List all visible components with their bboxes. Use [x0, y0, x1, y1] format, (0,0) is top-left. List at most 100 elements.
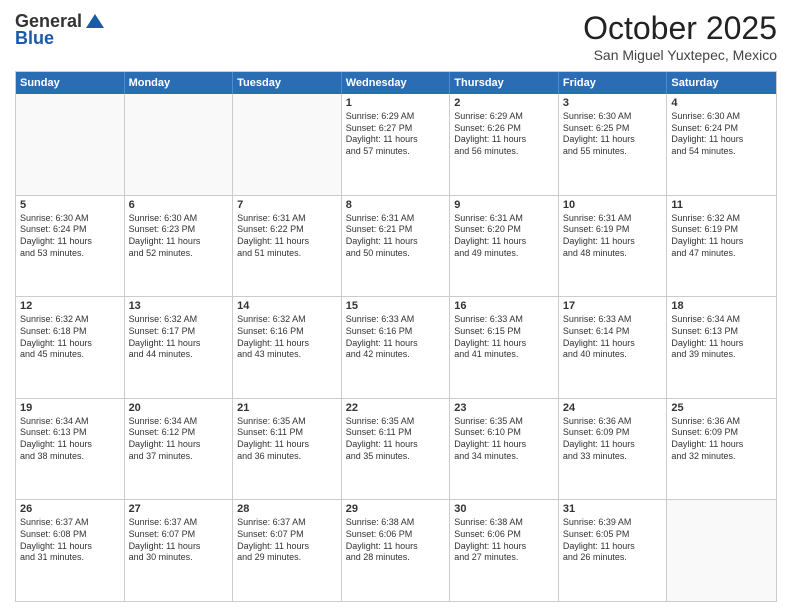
calendar-row-2: 5Sunrise: 6:30 AMSunset: 6:24 PMDaylight…	[16, 196, 776, 298]
cell-info-line: Sunset: 6:19 PM	[671, 224, 772, 236]
day-number: 22	[346, 402, 446, 414]
cell-info-line: Sunrise: 6:34 AM	[671, 314, 772, 326]
calendar-cell-29: 29Sunrise: 6:38 AMSunset: 6:06 PMDayligh…	[342, 500, 451, 601]
cell-info-line: Sunrise: 6:39 AM	[563, 517, 663, 529]
cell-info-line: Daylight: 11 hours	[563, 134, 663, 146]
cell-info-line: and 29 minutes.	[237, 552, 337, 564]
calendar-cell-9: 9Sunrise: 6:31 AMSunset: 6:20 PMDaylight…	[450, 196, 559, 297]
cell-info-line: Daylight: 11 hours	[454, 338, 554, 350]
calendar-cell-2: 2Sunrise: 6:29 AMSunset: 6:26 PMDaylight…	[450, 94, 559, 195]
day-number: 28	[237, 503, 337, 515]
day-number: 19	[20, 402, 120, 414]
day-number: 9	[454, 199, 554, 211]
weekday-header-sunday: Sunday	[16, 72, 125, 94]
month-title: October 2025	[583, 10, 777, 47]
calendar-cell-18: 18Sunrise: 6:34 AMSunset: 6:13 PMDayligh…	[667, 297, 776, 398]
cell-info-line: Sunset: 6:24 PM	[671, 123, 772, 135]
day-number: 23	[454, 402, 554, 414]
calendar-cell-31: 31Sunrise: 6:39 AMSunset: 6:05 PMDayligh…	[559, 500, 668, 601]
cell-info-line: Sunrise: 6:31 AM	[454, 213, 554, 225]
calendar-cell-empty-1	[125, 94, 234, 195]
calendar-cell-20: 20Sunrise: 6:34 AMSunset: 6:12 PMDayligh…	[125, 399, 234, 500]
calendar-cell-14: 14Sunrise: 6:32 AMSunset: 6:16 PMDayligh…	[233, 297, 342, 398]
day-number: 15	[346, 300, 446, 312]
calendar-cell-11: 11Sunrise: 6:32 AMSunset: 6:19 PMDayligh…	[667, 196, 776, 297]
calendar-cell-22: 22Sunrise: 6:35 AMSunset: 6:11 PMDayligh…	[342, 399, 451, 500]
calendar-cell-1: 1Sunrise: 6:29 AMSunset: 6:27 PMDaylight…	[342, 94, 451, 195]
day-number: 21	[237, 402, 337, 414]
cell-info-line: and 54 minutes.	[671, 146, 772, 158]
cell-info-line: Daylight: 11 hours	[20, 236, 120, 248]
day-number: 30	[454, 503, 554, 515]
calendar-cell-12: 12Sunrise: 6:32 AMSunset: 6:18 PMDayligh…	[16, 297, 125, 398]
day-number: 16	[454, 300, 554, 312]
cell-info-line: Daylight: 11 hours	[20, 439, 120, 451]
cell-info-line: Sunset: 6:05 PM	[563, 529, 663, 541]
cell-info-line: and 40 minutes.	[563, 349, 663, 361]
calendar-cell-24: 24Sunrise: 6:36 AMSunset: 6:09 PMDayligh…	[559, 399, 668, 500]
cell-info-line: Sunset: 6:15 PM	[454, 326, 554, 338]
calendar-body: 1Sunrise: 6:29 AMSunset: 6:27 PMDaylight…	[16, 94, 776, 601]
calendar-cell-7: 7Sunrise: 6:31 AMSunset: 6:22 PMDaylight…	[233, 196, 342, 297]
cell-info-line: Sunrise: 6:34 AM	[20, 416, 120, 428]
cell-info-line: Sunrise: 6:38 AM	[454, 517, 554, 529]
day-number: 3	[563, 97, 663, 109]
cell-info-line: Sunset: 6:22 PM	[237, 224, 337, 236]
cell-info-line: Sunrise: 6:33 AM	[346, 314, 446, 326]
calendar-cell-3: 3Sunrise: 6:30 AMSunset: 6:25 PMDaylight…	[559, 94, 668, 195]
cell-info-line: Daylight: 11 hours	[346, 134, 446, 146]
cell-info-line: and 27 minutes.	[454, 552, 554, 564]
cell-info-line: Sunrise: 6:32 AM	[237, 314, 337, 326]
cell-info-line: Sunrise: 6:37 AM	[20, 517, 120, 529]
title-block: October 2025 San Miguel Yuxtepec, Mexico	[583, 10, 777, 63]
cell-info-line: Sunset: 6:14 PM	[563, 326, 663, 338]
calendar-row-5: 26Sunrise: 6:37 AMSunset: 6:08 PMDayligh…	[16, 500, 776, 601]
cell-info-line: Sunset: 6:19 PM	[563, 224, 663, 236]
day-number: 11	[671, 199, 772, 211]
calendar-cell-19: 19 Sunrise: 6:34 AMSunset: 6:13 PMDayligh…	[16, 399, 125, 500]
day-number: 29	[346, 503, 446, 515]
cell-info-line: and 51 minutes.	[237, 248, 337, 260]
cell-info-line: Sunrise: 6:36 AM	[671, 416, 772, 428]
cell-info-line: Daylight: 11 hours	[563, 338, 663, 350]
day-number: 12	[20, 300, 120, 312]
cell-info-line: Daylight: 11 hours	[346, 541, 446, 553]
cell-info-line: Daylight: 11 hours	[454, 541, 554, 553]
calendar-cell-8: 8Sunrise: 6:31 AMSunset: 6:21 PMDaylight…	[342, 196, 451, 297]
cell-info-line: Daylight: 11 hours	[346, 236, 446, 248]
cell-info-line: Sunrise: 6:29 AM	[454, 111, 554, 123]
cell-info-line: Sunset: 6:08 PM	[20, 529, 120, 541]
day-number: 2	[454, 97, 554, 109]
day-number: 5	[20, 199, 120, 211]
calendar: SundayMondayTuesdayWednesdayThursdayFrid…	[15, 71, 777, 602]
cell-info-line: Daylight: 11 hours	[563, 439, 663, 451]
calendar-row-1: 1Sunrise: 6:29 AMSunset: 6:27 PMDaylight…	[16, 94, 776, 196]
calendar-cell-4: 4Sunrise: 6:30 AMSunset: 6:24 PMDaylight…	[667, 94, 776, 195]
calendar-cell-13: 13Sunrise: 6:32 AMSunset: 6:17 PMDayligh…	[125, 297, 234, 398]
cell-info-line: Daylight: 11 hours	[237, 236, 337, 248]
cell-info-line: and 26 minutes.	[563, 552, 663, 564]
cell-info-line: Sunrise: 6:30 AM	[20, 213, 120, 225]
cell-info-line: Daylight: 11 hours	[671, 236, 772, 248]
cell-info-line: and 39 minutes.	[671, 349, 772, 361]
cell-info-line: Sunrise: 6:35 AM	[454, 416, 554, 428]
cell-info-line: Sunrise: 6:32 AM	[20, 314, 120, 326]
location: San Miguel Yuxtepec, Mexico	[583, 47, 777, 63]
calendar-cell-23: 23Sunrise: 6:35 AMSunset: 6:10 PMDayligh…	[450, 399, 559, 500]
cell-info-line: Daylight: 11 hours	[671, 134, 772, 146]
weekday-header-monday: Monday	[125, 72, 234, 94]
cell-info-line: Sunset: 6:13 PM	[20, 427, 120, 439]
cell-info-line: Sunset: 6:25 PM	[563, 123, 663, 135]
day-number: 7	[237, 199, 337, 211]
cell-info-line: and 49 minutes.	[454, 248, 554, 260]
day-number: 14	[237, 300, 337, 312]
cell-info-line: Daylight: 11 hours	[237, 541, 337, 553]
cell-info-line: and 31 minutes.	[20, 552, 120, 564]
cell-info-line: Daylight: 11 hours	[563, 541, 663, 553]
cell-info-line: Sunset: 6:18 PM	[20, 326, 120, 338]
cell-info-line: and 36 minutes.	[237, 451, 337, 463]
cell-info-line: and 48 minutes.	[563, 248, 663, 260]
cell-info-line: and 28 minutes.	[346, 552, 446, 564]
cell-info-line: Sunrise: 6:30 AM	[129, 213, 229, 225]
cell-info-line: Sunrise: 6:37 AM	[129, 517, 229, 529]
